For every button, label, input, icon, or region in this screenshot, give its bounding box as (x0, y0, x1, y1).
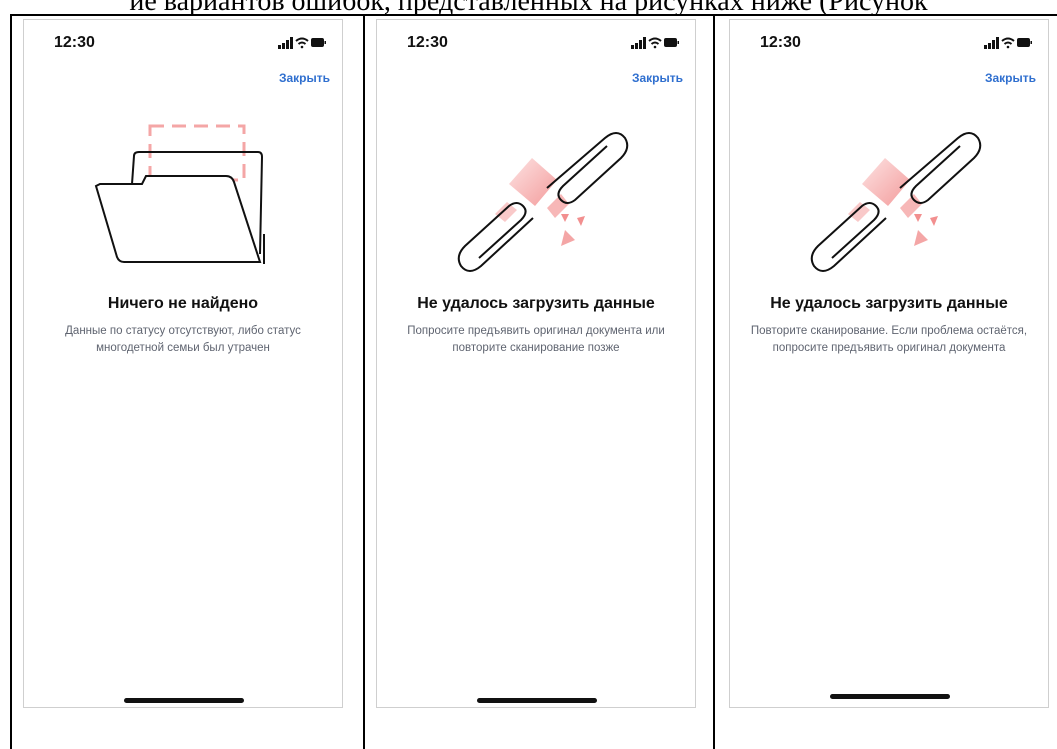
chain-link-top (546, 132, 629, 204)
signal-icon (631, 37, 646, 49)
screen-title: Ничего не найдено (107, 295, 259, 312)
folder-front-line (94, 175, 262, 263)
chain-fragment (495, 202, 517, 222)
empty-folder-illustration (94, 124, 265, 264)
phone-screen-scan-error: 12:30 Закрыть Не удалось загрузить данны… (729, 19, 1049, 708)
battery-icon (664, 38, 679, 47)
status-time: 12:30 (760, 34, 801, 51)
status-bar: 12:30 (24, 30, 342, 54)
screen-description: Попросите предъявить оригинал документа … (407, 325, 665, 354)
status-bar: 12:30 (377, 30, 695, 54)
status-bar: 12:30 (730, 30, 1048, 54)
chain-fragment (561, 230, 575, 246)
status-time: 12:30 (407, 34, 448, 51)
broken-chain-illustration (810, 132, 982, 272)
wifi-icon (648, 37, 662, 49)
home-indicator (830, 694, 950, 699)
table-divider (363, 14, 365, 749)
close-button[interactable]: Закрыть (279, 71, 330, 85)
status-icons (278, 37, 326, 49)
chain-fragment (848, 202, 870, 222)
screen-title: Не удалось загрузить данные (770, 295, 1008, 312)
screen-description: Повторите сканирование. Если проблема ос… (750, 325, 1028, 354)
wifi-icon (1001, 37, 1015, 49)
chain-fragment (509, 158, 557, 206)
signal-icon (278, 37, 293, 49)
chain-link-top (899, 132, 982, 204)
status-icons (631, 37, 679, 49)
screen-description: Данные по статусу отсутствуют, либо стат… (65, 325, 301, 354)
table-divider (713, 14, 715, 749)
wifi-icon (295, 37, 309, 49)
battery-icon (1017, 38, 1032, 47)
screen-title: Не удалось загрузить данные (417, 295, 655, 312)
chain-fragment (577, 216, 585, 226)
status-time: 12:30 (54, 34, 95, 51)
signal-icon (984, 37, 999, 49)
chain-fragment (914, 214, 922, 222)
home-indicator (124, 698, 244, 703)
broken-chain-illustration (457, 132, 629, 272)
close-button[interactable]: Закрыть (985, 71, 1036, 85)
battery-icon (311, 38, 326, 47)
chain-fragment (561, 214, 569, 222)
chain-fragment (930, 216, 938, 226)
phone-screen-load-error: 12:30 Закрыть Не удалось загрузить данны… (376, 19, 696, 708)
phone-screen-not-found: 12:30 Закрыть Ничего не найдено Данные п… (23, 19, 343, 708)
chain-fragment (862, 158, 910, 206)
chain-fragment (914, 230, 928, 246)
home-indicator (477, 698, 597, 703)
close-button[interactable]: Закрыть (632, 71, 683, 85)
status-icons (984, 37, 1032, 49)
